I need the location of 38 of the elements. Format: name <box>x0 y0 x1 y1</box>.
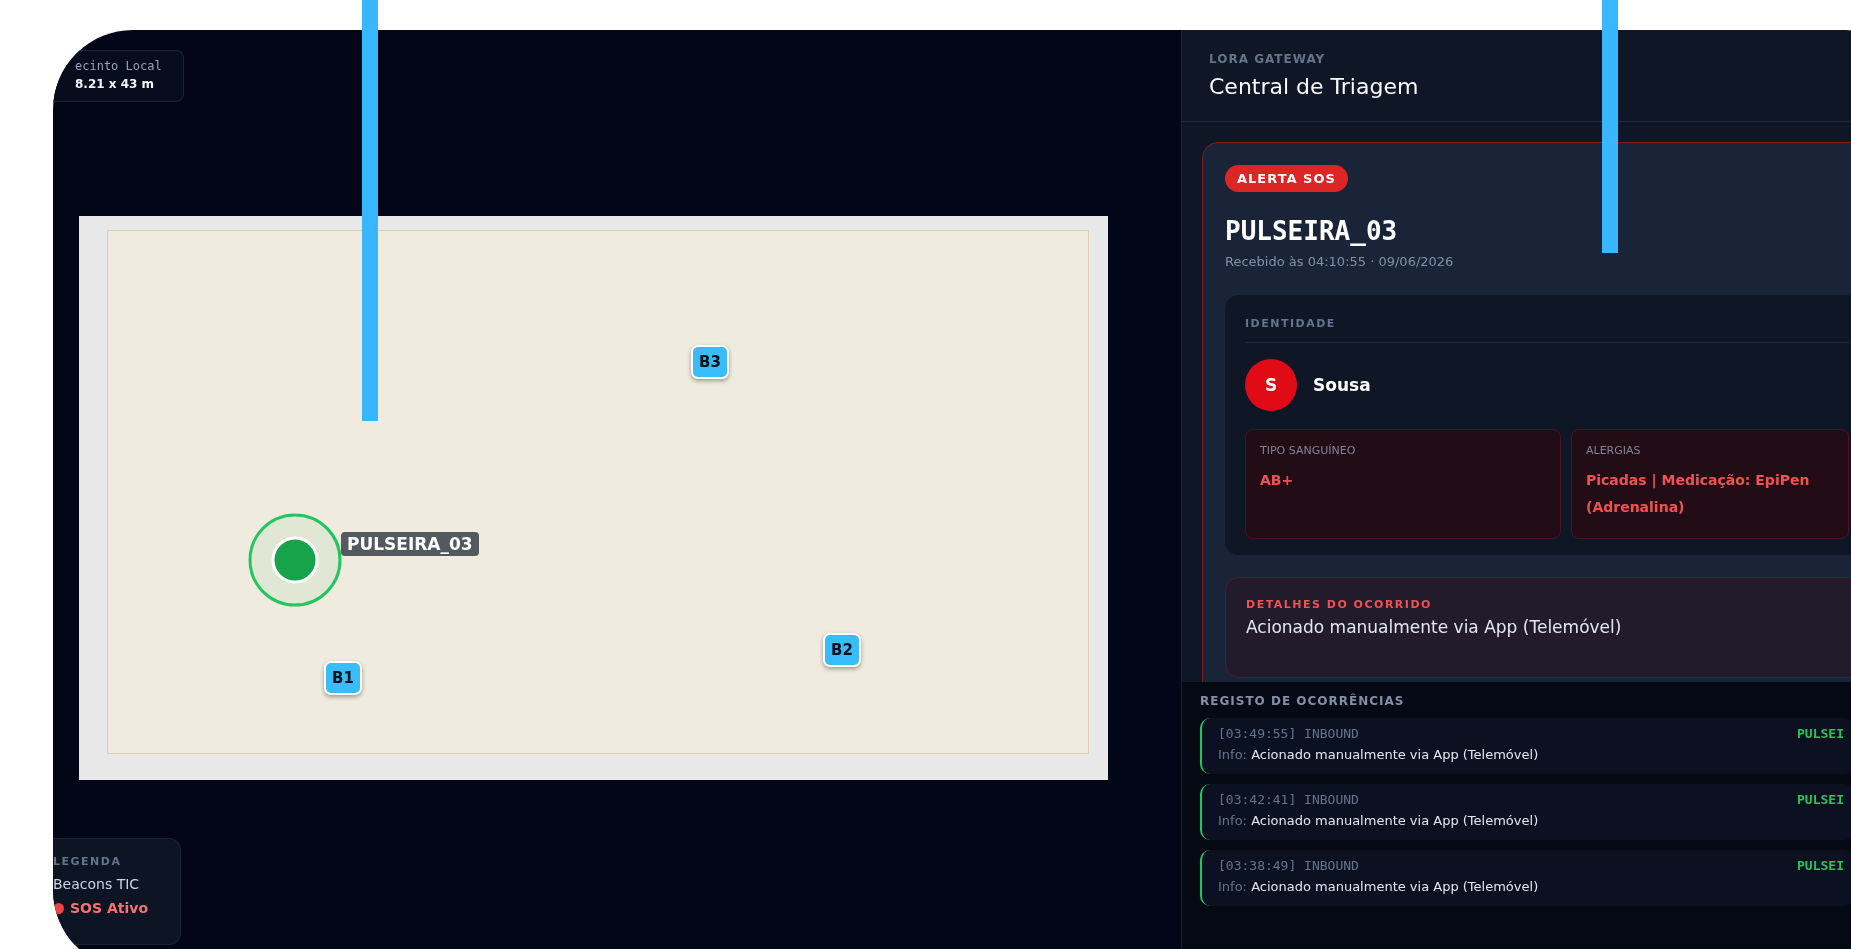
area-size: 8.21 x 43 m <box>75 77 156 91</box>
alert-badge: ALERTA SOS <box>1225 165 1348 192</box>
legend-title: LEGENDA <box>53 855 123 868</box>
log-entry[interactable]: [03:42:41] INBOUND PULSEI Info: Acionado manualmente via App (Telemóvel) <box>1200 784 1851 840</box>
beacon-marker[interactable]: B3 <box>691 345 729 379</box>
beacon-marker[interactable]: B1 <box>324 661 362 695</box>
log-message: Info: Acionado manualmente via App (Telemóvel) <box>1218 747 1540 762</box>
log-entry[interactable]: [03:49:55] INBOUND PULSEI Info: Acionado manualmente via App (Telemóvel) <box>1200 718 1851 774</box>
gateway-overline: LORA GATEWAY <box>1209 52 1327 66</box>
area-label: ecinto Local <box>75 59 163 73</box>
person-name: Sousa <box>1313 375 1371 395</box>
received-time: Recebido às 04:10:55 · 09/06/2026 <box>1225 254 1454 269</box>
details-heading: DETALHES DO OCORRIDO <box>1246 598 1432 611</box>
sos-swatch-icon <box>53 902 64 914</box>
log-time: [03:49:55] INBOUND <box>1218 726 1359 741</box>
wristband-label: PULSEIRA_03 <box>341 532 479 556</box>
log-device: PULSEI <box>1797 726 1844 741</box>
log-message: Info: Acionado manualmente via App (Telemóvel) <box>1218 813 1540 828</box>
beacon-marker[interactable]: B2 <box>823 633 861 667</box>
field-label: TIPO SANGUÍNEO <box>1260 444 1356 457</box>
log-time: [03:42:41] INBOUND <box>1218 792 1359 807</box>
avatar: S <box>1245 359 1297 411</box>
log-entry[interactable]: [03:38:49] INBOUND PULSEI Info: Acionado manualmente via App (Telemóvel) <box>1200 850 1851 906</box>
log-title: REGISTO DE OCORRÊNCIAS <box>1200 694 1406 708</box>
wristband-marker-icon[interactable] <box>247 512 343 608</box>
log-message: Info: Acionado manualmente via App (Telemóvel) <box>1218 879 1540 894</box>
details-text: Acionado manualmente via App (Telemóvel) <box>1246 617 1622 637</box>
field-value: Picadas | Medicação: EpiPen (Adrenalina) <box>1586 471 1811 517</box>
identity-heading: IDENTIDADE <box>1245 317 1849 343</box>
panel-title: Central de Triagem <box>1209 74 1420 99</box>
log-device: PULSEI <box>1797 792 1844 807</box>
legend-label: Beacons TIC <box>53 876 140 892</box>
log-time: [03:38:49] INBOUND <box>1218 858 1359 873</box>
device-id: PULSEIRA_03 <box>1225 216 1398 246</box>
field-value: AB+ <box>1260 471 1294 490</box>
field-label: ALERGIAS <box>1586 444 1641 457</box>
log-device: PULSEI <box>1797 858 1844 873</box>
legend-label: SOS Ativo <box>70 900 148 916</box>
